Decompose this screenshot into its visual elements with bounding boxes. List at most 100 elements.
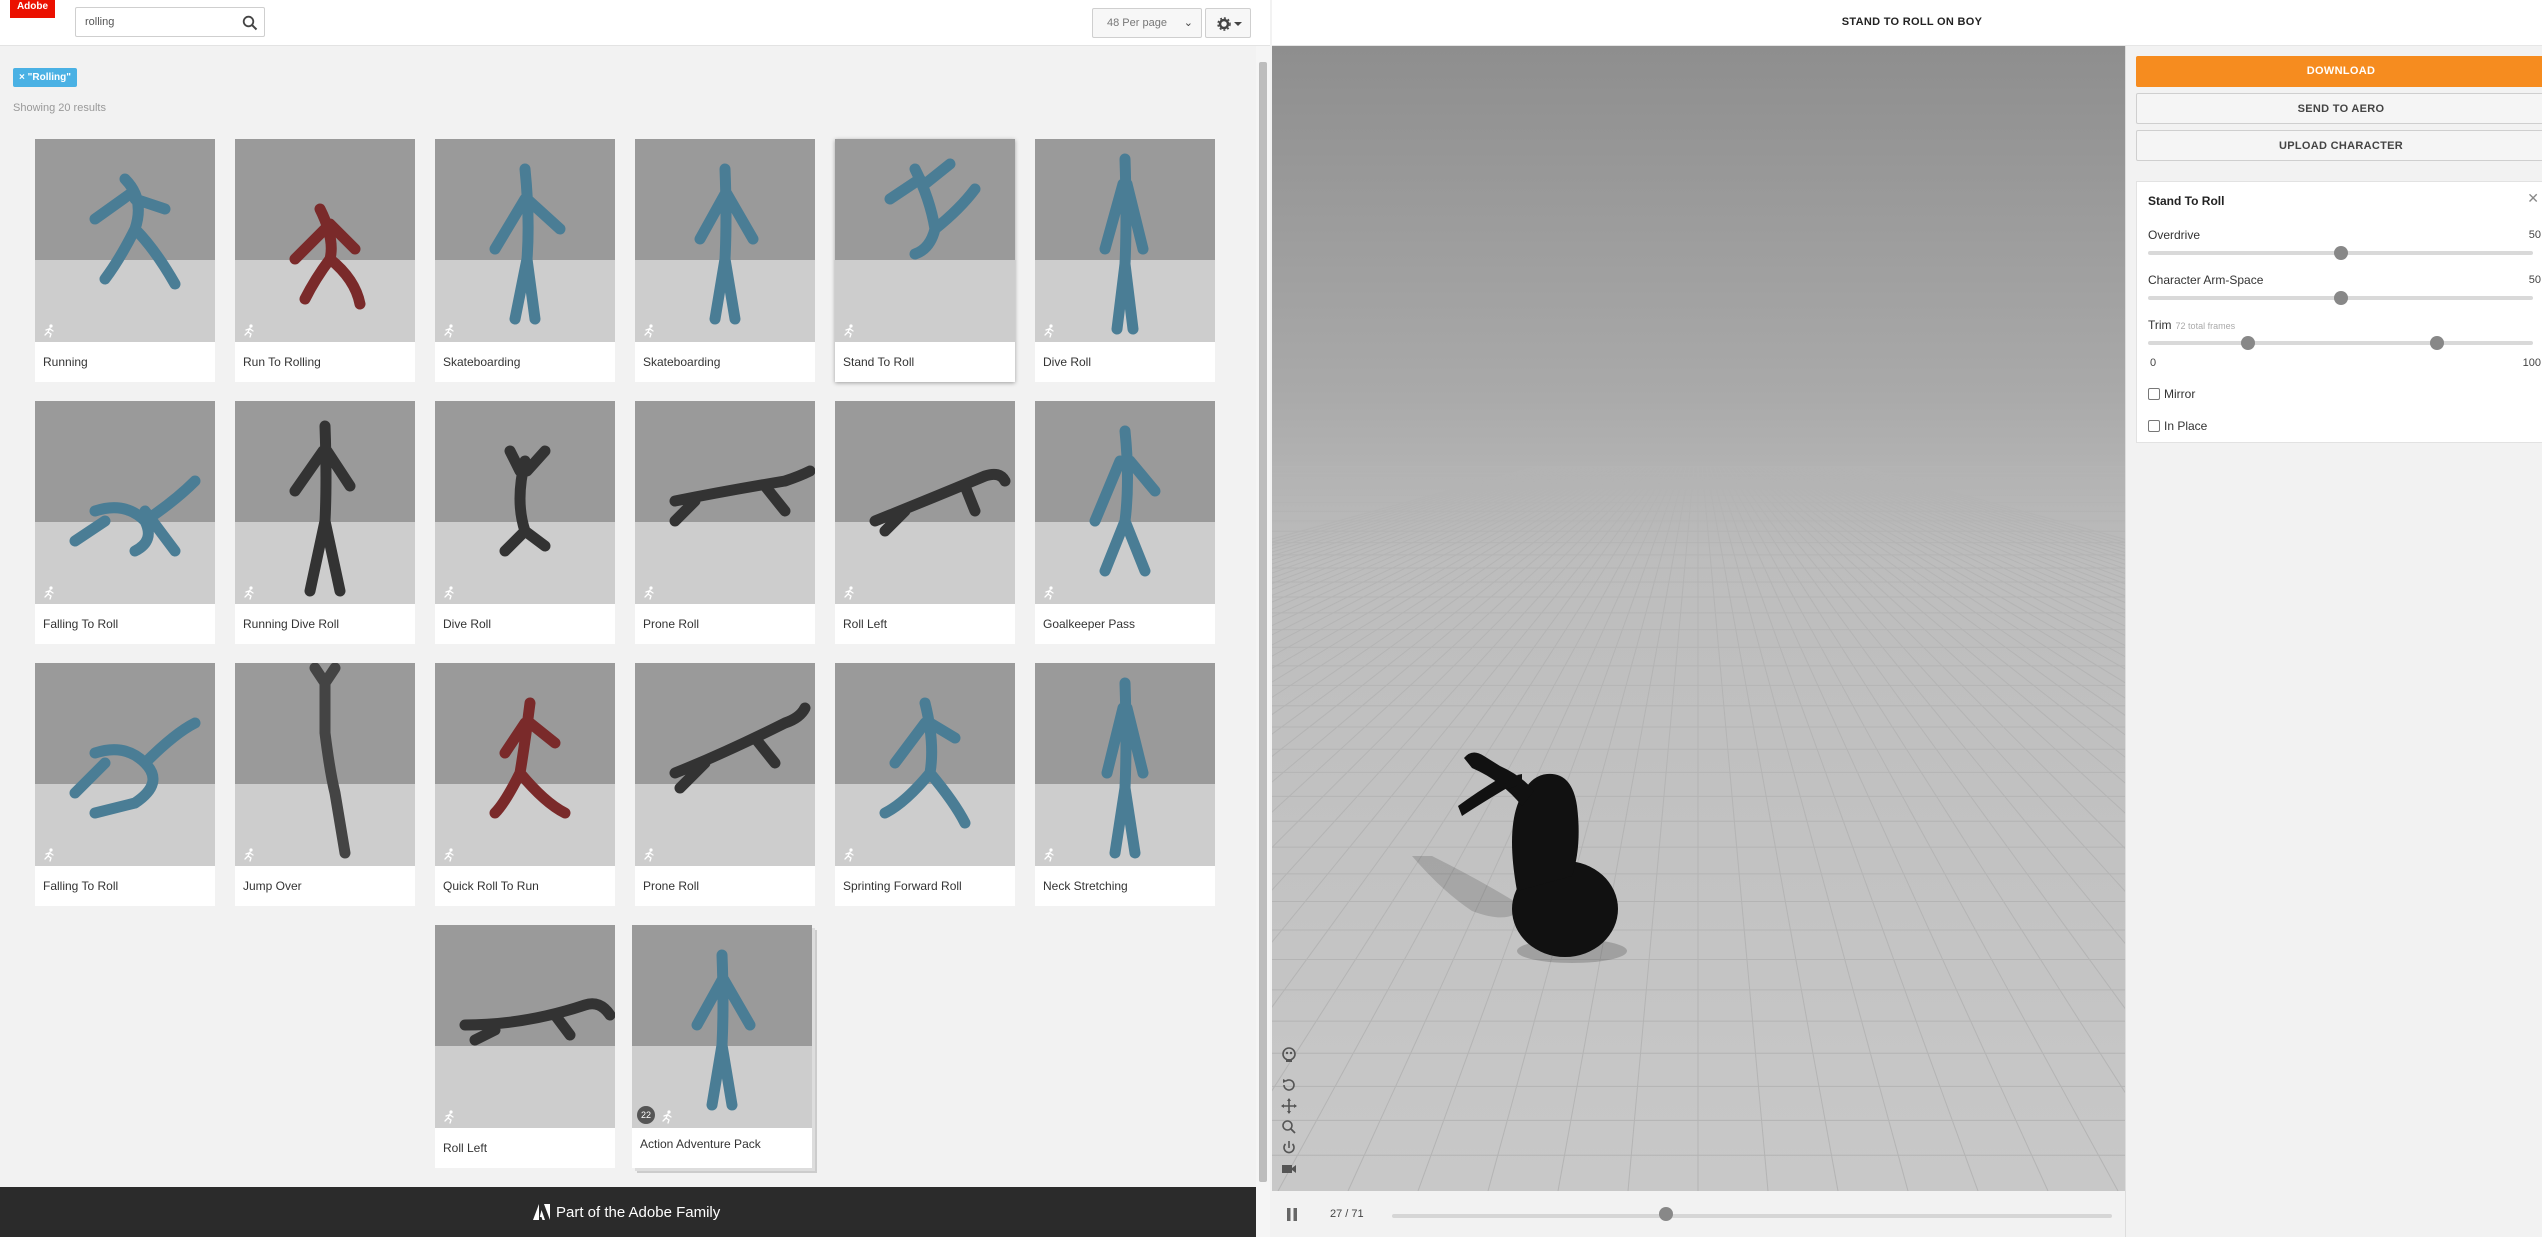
animation-thumbnail[interactable] <box>235 663 415 866</box>
animation-card[interactable]: Stand To Roll <box>835 139 1015 382</box>
animation-card[interactable]: 22 Action Adventure Pack <box>632 925 812 1168</box>
animation-thumbnail[interactable] <box>35 663 215 866</box>
arm-space-slider-handle[interactable] <box>2333 291 2348 305</box>
adobe-mark-icon <box>533 1204 550 1220</box>
animation-thumbnail[interactable] <box>1035 663 1215 866</box>
arm-space-value: 50 <box>2528 274 2541 286</box>
character-figure <box>89 173 181 290</box>
trim-start-handle[interactable] <box>2241 336 2256 350</box>
running-figure-icon <box>1044 586 1054 600</box>
animation-card[interactable]: Running <box>35 139 215 382</box>
running-figure-icon <box>1044 848 1054 862</box>
search-field[interactable] <box>75 7 265 37</box>
animation-card-label: Prone Roll <box>643 617 700 631</box>
animation-card[interactable]: Goalkeeper Pass <box>1035 401 1215 644</box>
animation-card[interactable]: Jump Over <box>235 663 415 906</box>
close-icon[interactable]: ✕ <box>2527 190 2539 207</box>
search-icon[interactable] <box>242 15 258 31</box>
animation-card[interactable]: Falling To Roll <box>35 401 215 644</box>
animation-thumbnail[interactable] <box>435 925 615 1128</box>
chevron-down-icon: ⌄ <box>1183 17 1193 29</box>
animation-thumbnail[interactable] <box>235 401 415 604</box>
zoom-icon[interactable] <box>1280 1118 1298 1136</box>
trim-label: Trim 72 total frames <box>2148 318 2235 332</box>
power-icon[interactable] <box>1280 1139 1298 1157</box>
upload-character-button[interactable]: UPLOAD CHARACTER <box>2136 130 2542 161</box>
reset-camera-icon[interactable] <box>1280 1076 1298 1094</box>
skeleton-icon[interactable] <box>1280 1046 1298 1064</box>
timeline-track[interactable] <box>1392 1214 2112 1218</box>
search-input[interactable] <box>76 8 226 36</box>
animation-thumbnail[interactable] <box>1035 139 1215 342</box>
animation-card[interactable]: Quick Roll To Run <box>435 663 615 906</box>
animation-card[interactable]: Dive Roll <box>1035 139 1215 382</box>
adobe-logo[interactable]: Adobe <box>10 0 55 18</box>
animation-card[interactable]: Skateboarding <box>435 139 615 382</box>
character-figure <box>289 203 366 310</box>
pan-icon[interactable] <box>1280 1097 1298 1115</box>
side-panel: DOWNLOAD SEND TO AERO UPLOAD CHARACTER S… <box>2125 46 2542 1237</box>
download-button[interactable]: DOWNLOAD <box>2136 56 2542 87</box>
animation-thumbnail[interactable] <box>1035 401 1215 604</box>
mirror-checkbox[interactable] <box>2148 388 2160 400</box>
running-figure-icon <box>444 848 454 862</box>
animation-card[interactable]: Roll Left <box>435 925 615 1168</box>
camera-icon[interactable] <box>1280 1160 1298 1178</box>
animation-thumbnail[interactable] <box>635 139 815 342</box>
animation-thumbnail[interactable] <box>35 401 215 604</box>
footer-text: Part of the Adobe Family <box>556 1204 721 1221</box>
footer: Part of the Adobe Family <box>0 1187 1256 1237</box>
animation-thumbnail[interactable] <box>435 663 615 866</box>
animation-thumbnail[interactable]: 22 <box>632 925 812 1128</box>
filter-tag-rolling[interactable]: × "Rolling" <box>13 68 77 87</box>
running-figure-icon <box>662 1110 672 1124</box>
running-figure-icon <box>244 848 254 862</box>
animation-thumbnail[interactable] <box>235 139 415 342</box>
animation-card-label: Jump Over <box>243 879 302 893</box>
per-page-select[interactable]: 48 Per page ⌄ <box>1092 8 1202 38</box>
character-figure <box>669 465 815 527</box>
animation-card[interactable]: Falling To Roll <box>35 663 215 906</box>
animation-card[interactable]: Prone Roll <box>635 663 815 906</box>
animation-thumbnail[interactable] <box>435 139 615 342</box>
overdrive-slider-handle[interactable] <box>2333 246 2348 260</box>
running-figure-icon <box>844 848 854 862</box>
per-page-value: 48 Per page <box>1107 17 1167 29</box>
gear-icon <box>1217 17 1242 31</box>
pause-icon[interactable] <box>1286 1208 1298 1221</box>
send-to-aero-button[interactable]: SEND TO AERO <box>2136 93 2542 124</box>
animation-card[interactable]: Neck Stretching <box>1035 663 1215 906</box>
settings-dropdown-button[interactable] <box>1205 8 1251 38</box>
character-figure <box>289 420 356 597</box>
animation-thumbnail[interactable] <box>835 663 1015 866</box>
running-figure-icon <box>644 324 654 338</box>
animation-thumbnail[interactable] <box>835 139 1015 342</box>
animation-card[interactable]: Roll Left <box>835 401 1015 644</box>
trim-slider[interactable] <box>2148 341 2533 345</box>
animation-card[interactable]: Dive Roll <box>435 401 615 644</box>
character-figure <box>694 163 759 325</box>
animation-thumbnail[interactable] <box>35 139 215 342</box>
trim-end-handle[interactable] <box>2429 336 2444 350</box>
running-figure-icon <box>844 324 854 338</box>
running-figure-icon <box>644 848 654 862</box>
trim-label-text: Trim <box>2148 318 2172 332</box>
animation-card[interactable]: Sprinting Forward Roll <box>835 663 1015 906</box>
character-figure <box>489 697 571 819</box>
animation-card-label: Roll Left <box>843 617 888 631</box>
scrollbar-thumb[interactable] <box>1259 62 1267 1182</box>
animation-card[interactable]: Run To Rolling <box>235 139 415 382</box>
animation-card[interactable]: Running Dive Roll <box>235 401 415 644</box>
3d-viewport[interactable] <box>1272 46 2125 1191</box>
viewer-header: STAND TO ROLL ON BOY <box>1272 0 2542 46</box>
in-place-checkbox[interactable] <box>2148 420 2160 432</box>
timeline-handle[interactable] <box>1658 1207 1673 1221</box>
animation-thumbnail[interactable] <box>435 401 615 604</box>
animation-thumbnail[interactable] <box>635 401 815 604</box>
animation-thumbnail[interactable] <box>635 663 815 866</box>
playback-bar: 27 / 71 <box>1272 1191 2125 1237</box>
animation-thumbnail[interactable] <box>835 401 1015 604</box>
character-figure <box>691 949 756 1111</box>
animation-card[interactable]: Prone Roll <box>635 401 815 644</box>
animation-card[interactable]: Skateboarding <box>635 139 815 382</box>
